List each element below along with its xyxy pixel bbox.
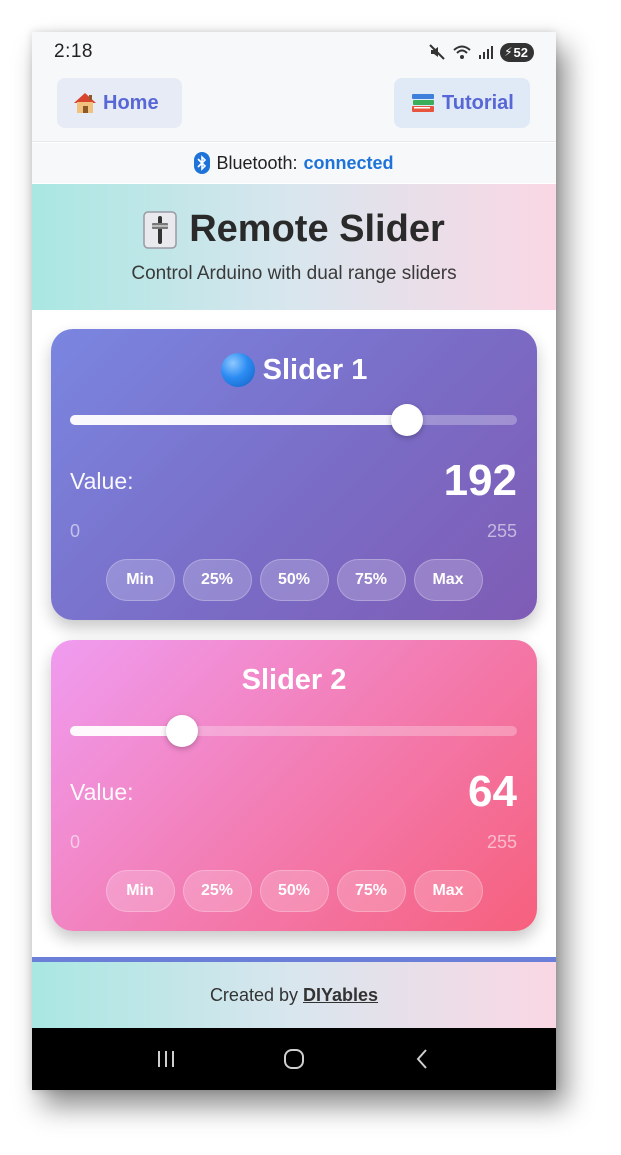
tutorial-button-label: Tutorial <box>442 91 514 114</box>
footer-prefix: Created by <box>209 984 298 1005</box>
bluetooth-label: Bluetooth: <box>216 152 298 173</box>
books-icon <box>412 94 434 112</box>
slider-1-value-label: Value: <box>70 468 134 494</box>
bluetooth-connection-state: connected <box>303 152 394 173</box>
house-icon <box>74 93 96 113</box>
system-navigation-bar <box>32 1028 556 1090</box>
mute-icon <box>429 44 445 60</box>
slider-2-max: 255 <box>486 832 517 852</box>
blue-circle-icon <box>220 353 255 387</box>
slider-2-track[interactable] <box>70 715 517 747</box>
header-nav: Home Tutorial <box>32 72 556 142</box>
slider-2-preset-min[interactable]: Min <box>105 870 175 912</box>
slider-1-fill <box>70 415 407 425</box>
hero-banner: Remote Slider Control Arduino with dual … <box>32 184 556 310</box>
slider-2-title-text: Slider 2 <box>241 664 347 696</box>
slider-1-preset-50[interactable]: 50% <box>259 559 329 601</box>
status-time: 2:18 <box>54 41 93 62</box>
phone-screen: 2:18 ⚡ 52 Home Tutorial Bluetooth: conne… <box>32 32 556 1090</box>
page-title: Remote Slider <box>32 208 556 251</box>
home-button[interactable]: Home <box>57 78 182 128</box>
slider-1-preset-min[interactable]: Min <box>105 559 175 601</box>
slider-2-preset-25[interactable]: 25% <box>182 870 252 912</box>
wifi-icon <box>453 45 471 59</box>
status-icons: ⚡ 52 <box>428 42 534 62</box>
bluetooth-status: Bluetooth: connected <box>32 143 556 183</box>
level-slider-icon <box>143 210 177 249</box>
slider-2-presets: Min 25% 50% 75% Max <box>51 870 537 912</box>
recents-icon <box>158 1051 174 1067</box>
slider-2-thumb[interactable] <box>166 715 199 747</box>
slider-1-title-text: Slider 1 <box>262 353 368 386</box>
slider-1-preset-max[interactable]: Max <box>413 559 483 601</box>
battery-level: 52 <box>513 44 528 60</box>
diyables-link[interactable]: DIYables <box>303 985 378 1006</box>
slider-1-thumb[interactable] <box>390 404 423 436</box>
slider-1-preset-25[interactable]: 25% <box>182 559 252 601</box>
status-bar: 2:18 ⚡ 52 <box>32 32 556 72</box>
slider-2-title: Slider 2 <box>51 664 537 697</box>
slider-2-preset-max[interactable]: Max <box>413 870 483 912</box>
slider-card-1: Slider 1 Value: 192 0 255 Min 25% 50% 75… <box>51 329 537 620</box>
footer: Created by DIYables <box>32 962 556 1028</box>
slider-1-preset-75[interactable]: 75% <box>336 559 406 601</box>
slider-1-track[interactable] <box>70 404 517 436</box>
system-back-button[interactable] <box>402 1039 442 1079</box>
slider-2-preset-75[interactable]: 75% <box>336 870 406 912</box>
bluetooth-icon <box>194 152 211 174</box>
slider-1-presets: Min 25% 50% 75% Max <box>51 559 537 601</box>
battery-indicator: ⚡ 52 <box>500 42 534 62</box>
home-circle-icon <box>284 1049 304 1069</box>
signal-icon <box>479 46 494 59</box>
slider-1-value: 192 <box>443 456 517 505</box>
slider-2-min: 0 <box>70 832 81 852</box>
system-home-button[interactable] <box>274 1039 314 1079</box>
page-subtitle: Control Arduino with dual range sliders <box>131 263 457 284</box>
page-title-text: Remote Slider <box>189 208 445 250</box>
slider-2-value-label: Value: <box>70 779 134 805</box>
back-icon <box>416 1049 427 1069</box>
slider-1-title: Slider 1 <box>51 353 537 387</box>
slider-2-value: 64 <box>468 767 517 816</box>
home-button-label: Home <box>103 91 159 114</box>
recents-button[interactable] <box>146 1039 186 1079</box>
slider-1-max: 255 <box>486 521 517 541</box>
slider-2-preset-50[interactable]: 50% <box>259 870 329 912</box>
charging-icon: ⚡ <box>504 45 513 59</box>
slider-card-2: Slider 2 Value: 64 0 255 Min 25% 50% 75%… <box>51 640 537 931</box>
slider-1-min: 0 <box>70 521 81 541</box>
tutorial-button[interactable]: Tutorial <box>394 78 530 128</box>
